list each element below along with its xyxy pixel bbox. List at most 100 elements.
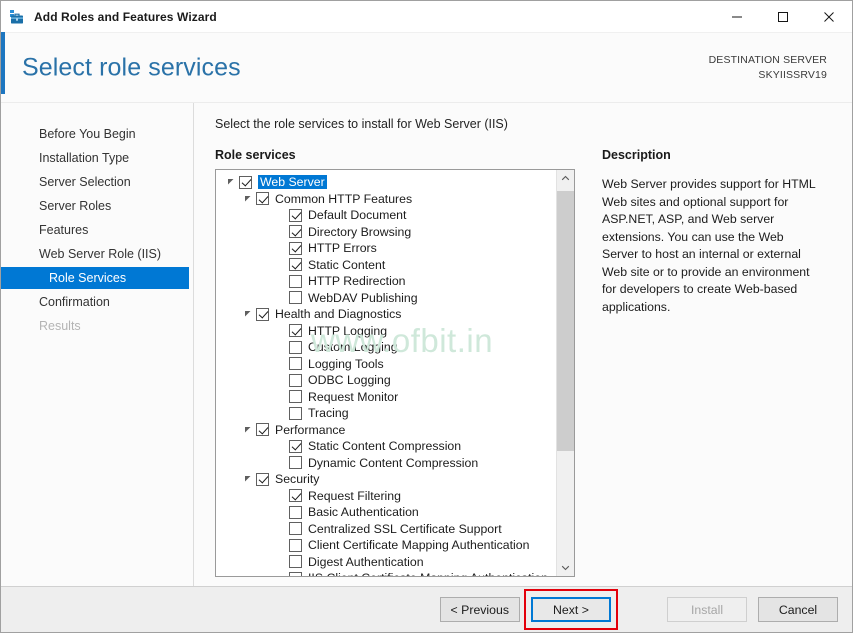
title-bar: Add Roles and Features Wizard bbox=[1, 1, 852, 33]
install-button[interactable]: Install bbox=[667, 597, 747, 622]
checkbox-checked[interactable] bbox=[289, 489, 302, 503]
tree-item[interactable]: Performance bbox=[216, 422, 556, 439]
tree-item[interactable]: HTTP Logging bbox=[216, 323, 556, 340]
add-roles-and-features-wizard-window: Add Roles and Features Wizard Select rol… bbox=[0, 0, 853, 633]
expanded-triangle-icon[interactable] bbox=[240, 195, 256, 203]
checkbox-unchecked[interactable] bbox=[289, 291, 302, 305]
checkbox-checked[interactable] bbox=[256, 472, 269, 486]
nav-item-server-roles[interactable]: Server Roles bbox=[1, 195, 193, 217]
checkbox-checked[interactable] bbox=[256, 307, 269, 321]
tree-item[interactable]: HTTP Redirection bbox=[216, 273, 556, 290]
checkbox-unchecked[interactable] bbox=[289, 357, 302, 371]
role-services-tree-box: www.ofbit.in Web Server Common HTTP Featu… bbox=[215, 169, 575, 577]
minimize-button[interactable] bbox=[714, 1, 760, 32]
wizard-steps-nav: Before You Begin Installation Type Server … bbox=[1, 103, 194, 586]
checkbox-checked[interactable] bbox=[256, 423, 269, 437]
checkbox-checked[interactable] bbox=[239, 175, 252, 189]
maximize-button[interactable] bbox=[760, 1, 806, 32]
nav-item-web-server-role-iis[interactable]: Web Server Role (IIS) bbox=[1, 243, 193, 265]
left-accent-bar bbox=[1, 32, 5, 94]
nav-item-server-selection[interactable]: Server Selection bbox=[1, 171, 193, 193]
tree-item-label: IIS Client Certificate Mapping Authentic… bbox=[308, 571, 552, 576]
tree-item[interactable]: ODBC Logging bbox=[216, 372, 556, 389]
page-title: Select role services bbox=[22, 53, 241, 81]
wizard-footer: < Previous Next > Install Cancel bbox=[1, 586, 852, 632]
checkbox-unchecked[interactable] bbox=[289, 456, 302, 470]
tree-item-label: Health and Diagnostics bbox=[275, 307, 402, 322]
nav-item-features[interactable]: Features bbox=[1, 219, 193, 241]
tree-item[interactable]: Request Filtering bbox=[216, 488, 556, 505]
tree-item[interactable]: Static Content Compression bbox=[216, 438, 556, 455]
window-controls bbox=[714, 1, 852, 32]
nav-item-installation-type[interactable]: Installation Type bbox=[1, 147, 193, 169]
tree-item[interactable]: Tracing bbox=[216, 405, 556, 422]
tree-item[interactable]: Security bbox=[216, 471, 556, 488]
tree-item[interactable]: Common HTTP Features bbox=[216, 191, 556, 208]
tree-item-label: Client Certificate Mapping Authenticatio… bbox=[308, 538, 530, 553]
nav-item-before-you-begin[interactable]: Before You Begin bbox=[1, 123, 193, 145]
tree-item[interactable]: Default Document bbox=[216, 207, 556, 224]
checkbox-checked[interactable] bbox=[289, 225, 302, 239]
checkbox-checked[interactable] bbox=[289, 324, 302, 338]
description-column: Description Web Server provides support … bbox=[575, 148, 852, 586]
checkbox-unchecked[interactable] bbox=[289, 505, 302, 519]
checkbox-checked[interactable] bbox=[256, 192, 269, 206]
tree-item[interactable]: Client Certificate Mapping Authenticatio… bbox=[216, 537, 556, 554]
checkbox-unchecked[interactable] bbox=[289, 373, 302, 387]
previous-button[interactable]: < Previous bbox=[439, 597, 520, 622]
checkbox-checked[interactable] bbox=[289, 208, 302, 222]
instruction-text: Select the role services to install for … bbox=[215, 117, 508, 131]
destination-server-name: SKYIISSRV19 bbox=[758, 68, 827, 81]
expanded-triangle-icon[interactable] bbox=[240, 475, 256, 483]
nav-item-role-services[interactable]: Role Services bbox=[1, 267, 189, 289]
tree-item[interactable]: Basic Authentication bbox=[216, 504, 556, 521]
content-columns: Role services www.ofbit.in Web Server Com… bbox=[215, 148, 852, 586]
scrollbar-thumb[interactable] bbox=[557, 190, 574, 452]
tree-item[interactable]: Digest Authentication bbox=[216, 554, 556, 571]
tree-item-label: Performance bbox=[275, 422, 346, 437]
checkbox-unchecked[interactable] bbox=[289, 340, 302, 354]
scroll-up-button[interactable] bbox=[557, 170, 574, 187]
tree-item[interactable]: IIS Client Certificate Mapping Authentic… bbox=[216, 570, 556, 576]
expanded-triangle-icon[interactable] bbox=[240, 310, 256, 318]
tree-item[interactable]: Logging Tools bbox=[216, 356, 556, 373]
checkbox-unchecked[interactable] bbox=[289, 390, 302, 404]
scrollbar-track[interactable] bbox=[557, 187, 574, 559]
role-services-column: Role services www.ofbit.in Web Server Com… bbox=[215, 148, 575, 586]
tree-item[interactable]: WebDAV Publishing bbox=[216, 290, 556, 307]
checkbox-unchecked[interactable] bbox=[289, 538, 302, 552]
scroll-down-button[interactable] bbox=[557, 559, 574, 576]
expanded-triangle-icon[interactable] bbox=[223, 178, 239, 186]
expanded-triangle-icon[interactable] bbox=[240, 426, 256, 434]
tree-item-label: HTTP Errors bbox=[308, 241, 377, 256]
tree-item-label: Request Filtering bbox=[308, 488, 401, 503]
tree-item[interactable]: Health and Diagnostics bbox=[216, 306, 556, 323]
checkbox-checked[interactable] bbox=[289, 258, 302, 272]
main-content: Select the role services to install for … bbox=[194, 103, 852, 586]
cancel-button[interactable]: Cancel bbox=[758, 597, 838, 622]
next-button[interactable]: Next > bbox=[531, 597, 611, 622]
tree-item[interactable]: Custom Logging bbox=[216, 339, 556, 356]
tree-vertical-scrollbar[interactable] bbox=[556, 170, 574, 576]
checkbox-unchecked[interactable] bbox=[289, 555, 302, 569]
nav-item-confirmation[interactable]: Confirmation bbox=[1, 291, 193, 313]
tree-item[interactable]: Web Server bbox=[216, 174, 556, 191]
description-text: Web Server provides support for HTML Web… bbox=[602, 177, 816, 314]
tree-item[interactable]: HTTP Errors bbox=[216, 240, 556, 257]
checkbox-unchecked[interactable] bbox=[289, 274, 302, 288]
tree-item[interactable]: Centralized SSL Certificate Support bbox=[216, 521, 556, 538]
tree-item-label: ODBC Logging bbox=[308, 373, 391, 388]
role-services-tree[interactable]: Web Server Common HTTP Features Default Do… bbox=[216, 170, 556, 576]
checkbox-unchecked[interactable] bbox=[289, 522, 302, 536]
tree-item[interactable]: Dynamic Content Compression bbox=[216, 455, 556, 472]
tree-item[interactable]: Directory Browsing bbox=[216, 224, 556, 241]
tree-item[interactable]: Static Content bbox=[216, 257, 556, 274]
page-header: Select role services DESTINATION SERVER … bbox=[1, 33, 852, 103]
description-title: Description bbox=[602, 148, 671, 162]
checkbox-unchecked[interactable] bbox=[289, 406, 302, 420]
checkbox-unchecked[interactable] bbox=[289, 571, 302, 576]
checkbox-checked[interactable] bbox=[289, 439, 302, 453]
close-button[interactable] bbox=[806, 1, 852, 32]
checkbox-checked[interactable] bbox=[289, 241, 302, 255]
tree-item[interactable]: Request Monitor bbox=[216, 389, 556, 406]
